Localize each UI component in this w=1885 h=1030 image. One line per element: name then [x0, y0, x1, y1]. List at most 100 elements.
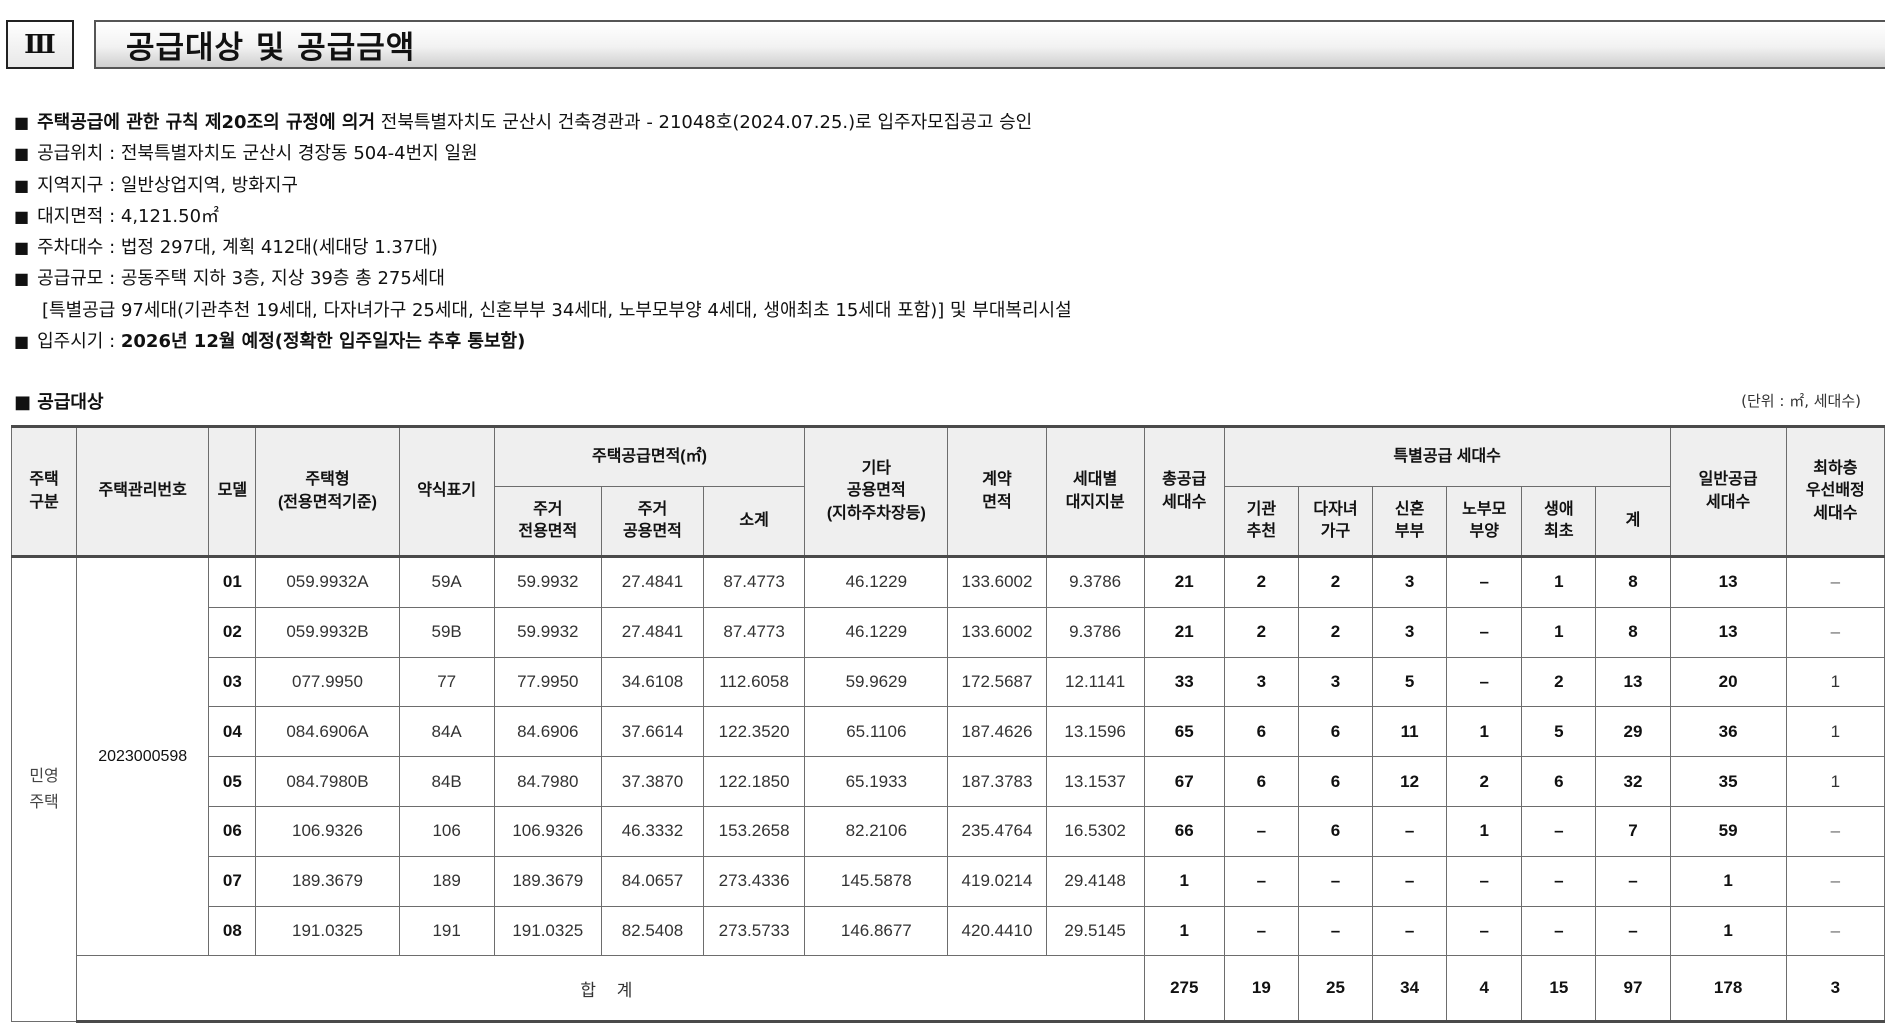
cell-lowest: –: [1785, 855, 1885, 907]
cell-general: 13: [1669, 556, 1787, 608]
table-row: 04 084.6906A 84A 84.6906 37.6614 122.3520 65.1…: [12, 706, 1885, 758]
cell-elderly: 1: [1446, 706, 1523, 758]
cell-total: 66: [1143, 805, 1225, 857]
cell-other: 65.1106: [804, 706, 949, 758]
cell-lowest: –: [1785, 556, 1885, 608]
cell-multi: 2: [1297, 556, 1374, 608]
header-land: 세대별 대지지분: [1045, 425, 1145, 558]
cell-general: 1: [1669, 905, 1787, 957]
table-row: 08 191.0325 191 191.0325 82.5408 273.5733 146.…: [12, 905, 1885, 957]
cell-contract: 235.4764: [947, 805, 1047, 857]
total-multi: 25: [1297, 955, 1374, 1024]
table-row: 민영 주택 2023000598 01 059.9932A 59A 59.9932 27.4…: [10, 555, 1885, 1023]
cell-common: 34.6108: [600, 656, 705, 708]
cell-first: 1: [1521, 556, 1597, 608]
cell-multi: 6: [1297, 805, 1374, 857]
square-bullet-icon: ■: [14, 238, 30, 258]
square-bullet-icon: ■: [14, 206, 30, 226]
cell-subtotal: 273.5733: [703, 905, 806, 957]
square-bullet-icon: ■: [14, 144, 30, 164]
total-inst: 19: [1223, 955, 1299, 1024]
cell-contract: 420.4410: [947, 905, 1047, 957]
header-type: 주택형 (전용면적기준): [255, 425, 400, 558]
cell-model: 08: [208, 905, 257, 957]
cell-subtotal: 87.4773: [703, 606, 806, 658]
cell-lowest: 1: [1785, 706, 1885, 758]
cell-sum: 13: [1595, 656, 1671, 708]
header-short: 약식표기: [398, 425, 495, 558]
cell-inst: –: [1223, 855, 1299, 907]
cell-total: 1: [1143, 905, 1225, 957]
cell-inst: 3: [1223, 656, 1299, 708]
total-general: 178: [1669, 955, 1787, 1024]
cell-contract: 187.3783: [947, 756, 1047, 807]
cell-total: 67: [1143, 756, 1225, 807]
info-list: ■ 주택공급에 관한 규칙 제20조의 규정에 의거 전북특별자치도 군산시 건축…: [14, 107, 1874, 357]
section-number: Ⅲ: [6, 20, 74, 69]
square-bullet-icon: ■: [14, 332, 30, 352]
header-inst: 기관 추천: [1223, 486, 1299, 558]
cell-lowest: –: [1785, 805, 1885, 857]
header-code: 주택관리번호: [76, 425, 210, 558]
cell-short: 84A: [398, 706, 495, 758]
table-row: 02 059.9932B 59B 59.9932 27.4841 87.4773 46.12…: [12, 606, 1885, 658]
header-first: 생애 최초: [1521, 486, 1597, 558]
cell-sum: –: [1595, 905, 1671, 957]
cell-type: 059.9932B: [255, 606, 400, 658]
cell-elderly: –: [1446, 905, 1523, 957]
cell-type: 189.3679: [255, 855, 400, 907]
cell-other: 65.1933: [804, 756, 949, 807]
cell-exclusive: 106.9326: [493, 805, 602, 857]
cell-first: –: [1521, 905, 1597, 957]
header-newly: 신혼 부부: [1372, 486, 1448, 558]
header-general: 일반공급 세대수: [1669, 425, 1787, 558]
cell-general: 20: [1669, 656, 1787, 708]
cell-subtotal: 122.1850: [703, 756, 806, 807]
header-sum: 계: [1595, 486, 1671, 558]
cell-first: –: [1521, 805, 1597, 857]
cell-other: 82.2106: [804, 805, 949, 857]
total-first: 15: [1521, 955, 1597, 1024]
cell-common: 27.4841: [600, 606, 705, 658]
table-row: 07 189.3679 189 189.3679 84.0657 273.4336 145.…: [12, 855, 1885, 907]
cell-exclusive: 189.3679: [493, 855, 602, 907]
info-scale: ■ 공급규모 : 공동주택 지하 3층, 지상 39층 총 275세대: [14, 263, 1874, 294]
cell-multi: 6: [1297, 756, 1374, 807]
cell-subtotal: 273.4336: [703, 855, 806, 907]
cell-short: 106: [398, 805, 495, 857]
cell-newly: 3: [1372, 606, 1448, 658]
cell-newly: 12: [1372, 756, 1448, 807]
cell-short: 84B: [398, 756, 495, 807]
cell-inst: –: [1223, 805, 1299, 857]
cell-exclusive: 77.9950: [493, 656, 602, 708]
info-move-in: ■ 입주시기 : 2026년 12월 예정(정확한 입주일자는 추후 통보함): [14, 326, 1874, 357]
cell-multi: –: [1297, 905, 1374, 957]
header-model: 모델: [208, 425, 257, 558]
cell-contract: 172.5687: [947, 656, 1047, 708]
cell-model: 06: [208, 805, 257, 857]
cell-first: 5: [1521, 706, 1597, 758]
cell-first: 1: [1521, 606, 1597, 658]
housing-code-cell: 2023000598: [76, 555, 210, 957]
header-elderly: 노부모 부양: [1446, 486, 1523, 558]
header-area-group: 주택공급면적(㎡): [493, 425, 806, 487]
cell-common: 82.5408: [600, 905, 705, 957]
cell-other: 59.9629: [804, 656, 949, 708]
cell-land: 9.3786: [1045, 556, 1145, 608]
cell-multi: 3: [1297, 656, 1374, 708]
cell-subtotal: 87.4773: [703, 556, 806, 608]
cell-land: 13.1537: [1045, 756, 1145, 807]
info-approval: ■ 주택공급에 관한 규칙 제20조의 규정에 의거 전북특별자치도 군산시 건축…: [14, 107, 1874, 138]
cell-inst: –: [1223, 905, 1299, 957]
cell-elderly: –: [1446, 556, 1523, 608]
cell-short: 59A: [398, 556, 495, 608]
cell-subtotal: 122.3520: [703, 706, 806, 758]
cell-subtotal: 153.2658: [703, 805, 806, 857]
cell-inst: 6: [1223, 706, 1299, 758]
cell-general: 36: [1669, 706, 1787, 758]
cell-land: 29.4148: [1045, 855, 1145, 907]
header-exclusive: 주거 전용면적: [493, 486, 602, 558]
cell-inst: 2: [1223, 556, 1299, 608]
cell-inst: 6: [1223, 756, 1299, 807]
header-category: 주택 구분: [10, 425, 78, 558]
